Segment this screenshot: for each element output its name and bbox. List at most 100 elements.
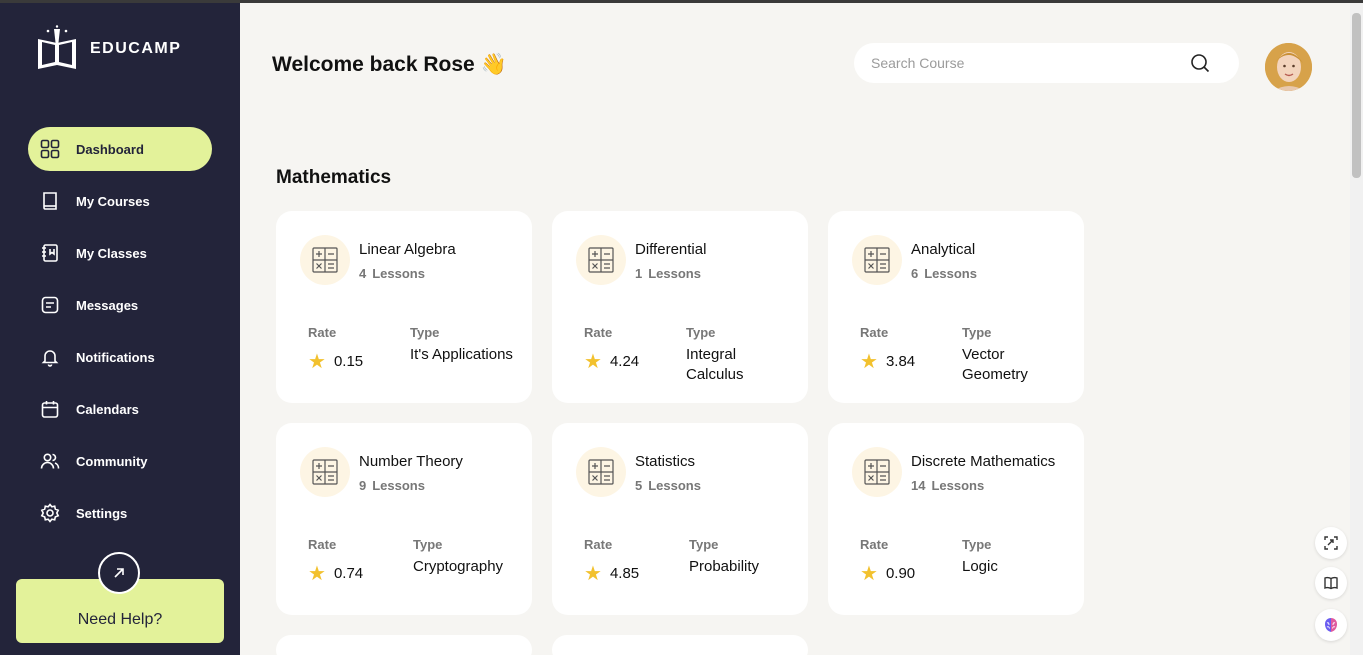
- lessons-label: Lessons: [648, 478, 701, 493]
- type-label: Type: [689, 537, 719, 552]
- brand-logo[interactable]: EDUCAMP: [34, 25, 181, 73]
- page-scrollbar[interactable]: [1350, 3, 1363, 655]
- lesson-count: 9: [359, 478, 367, 493]
- course-card-partial[interactable]: [552, 635, 808, 655]
- lessons-label: Lessons: [924, 266, 977, 281]
- type-label: Type: [962, 325, 992, 340]
- calculator-icon: [312, 247, 338, 273]
- reader-tool-button[interactable]: [1315, 567, 1347, 599]
- course-rating: ★ 4.85: [584, 561, 639, 586]
- sidebar-item-label: Messages: [76, 297, 139, 313]
- lessons-label: Lessons: [372, 478, 425, 493]
- ai-assistant-button[interactable]: [1315, 609, 1347, 641]
- star-icon: ★: [584, 351, 602, 373]
- bell-icon: [41, 350, 59, 367]
- course-card[interactable]: Number Theory 9 Lessons Rate ★ 0.74 Type Crypto…: [276, 423, 532, 615]
- course-lessons: 4 Lessons: [359, 266, 425, 281]
- sidebar-item-label: My Classes: [76, 245, 147, 261]
- course-card[interactable]: Linear Algebra 4 Lessons Rate ★ 0.15 Type It's …: [276, 211, 532, 403]
- sidebar-item-label: Calendars: [76, 401, 139, 417]
- lessons-label: Lessons: [931, 478, 985, 493]
- lessons-label: Lessons: [648, 266, 701, 281]
- sidebar-item-my-courses[interactable]: My Courses: [28, 179, 212, 223]
- calculator-icon: [312, 459, 338, 485]
- course-title: Analytical: [911, 241, 976, 258]
- calculator-icon: [864, 459, 890, 485]
- scrollbar-thumb[interactable]: [1352, 13, 1361, 178]
- sidebar-item-calendars[interactable]: Calendars: [28, 387, 212, 431]
- sidebar: EDUCAMP Dashboard My Courses My Classes: [0, 3, 240, 655]
- course-rating: ★ 0.90: [860, 561, 915, 586]
- lesson-count: 4: [359, 266, 367, 281]
- welcome-heading: Welcome back Rose 👋: [272, 53, 507, 76]
- calendar-icon: [41, 401, 59, 418]
- search-input[interactable]: [854, 43, 1174, 83]
- star-icon: ★: [860, 563, 878, 585]
- star-icon: ★: [308, 563, 326, 585]
- search-bar: [854, 43, 1239, 83]
- sidebar-nav: Dashboard My Courses My Classes Messages…: [28, 127, 212, 543]
- course-card-partial[interactable]: [276, 635, 532, 655]
- sidebar-item-my-classes[interactable]: My Classes: [28, 231, 212, 275]
- help-arrow-button[interactable]: [98, 552, 140, 594]
- course-rating: ★ 4.24: [584, 349, 639, 374]
- arrow-up-right-icon: [114, 568, 124, 578]
- book-pen-logo-icon: [38, 25, 76, 69]
- star-icon: ★: [860, 351, 878, 373]
- rate-label: Rate: [584, 325, 613, 340]
- course-icon: [300, 235, 350, 285]
- lesson-count: 6: [911, 266, 919, 281]
- course-rating: ★ 0.74: [308, 561, 363, 586]
- course-type: It's Applications: [410, 346, 513, 363]
- course-lessons: 6 Lessons: [911, 266, 977, 281]
- user-avatar[interactable]: [1265, 43, 1312, 91]
- course-grid: Linear Algebra 4 Lessons Rate ★ 0.15 Type It's …: [276, 211, 1084, 615]
- type-label: Type: [410, 325, 440, 340]
- sidebar-item-notifications[interactable]: Notifications: [28, 335, 212, 379]
- course-type: Vector Geometry: [962, 346, 1028, 383]
- course-lessons: 1 Lessons: [635, 266, 701, 281]
- calculator-icon: [864, 247, 890, 273]
- calculator-icon: [588, 459, 614, 485]
- rate-label: Rate: [860, 325, 889, 340]
- message-icon: [41, 296, 59, 314]
- course-title: Linear Algebra: [359, 241, 456, 258]
- course-lessons: 9 Lessons: [359, 478, 425, 493]
- screenshot-tool-button[interactable]: [1315, 527, 1347, 559]
- course-rating: ★ 0.15: [308, 349, 363, 374]
- star-icon: ★: [584, 563, 602, 585]
- lesson-count: 14: [911, 478, 926, 493]
- course-lessons: 5 Lessons: [635, 478, 701, 493]
- users-icon: [40, 453, 60, 469]
- sidebar-item-settings[interactable]: Settings: [28, 491, 212, 535]
- open-book-icon: [1324, 576, 1338, 590]
- course-title: Statistics: [635, 453, 696, 470]
- course-card[interactable]: Analytical 6 Lessons Rate ★ 3.84 Type Vector Ge…: [828, 211, 1084, 403]
- course-icon: [576, 447, 626, 497]
- lesson-count: 5: [635, 478, 643, 493]
- course-title: Number Theory: [359, 453, 463, 470]
- rating-value: 0.90: [885, 565, 916, 582]
- rate-label: Rate: [584, 537, 613, 552]
- section-title: Mathematics: [276, 167, 392, 188]
- rating-value: 4.24: [609, 353, 640, 370]
- sidebar-item-messages[interactable]: Messages: [28, 283, 212, 327]
- brand-name: EDUCAMP: [90, 40, 182, 57]
- course-icon: [852, 235, 902, 285]
- calculator-icon: [588, 247, 614, 273]
- type-label: Type: [962, 537, 992, 552]
- sidebar-item-community[interactable]: Community: [28, 439, 212, 483]
- course-card[interactable]: Differential 1 Lessons Rate ★ 4.24 Type Integra…: [552, 211, 808, 403]
- notebook-icon: [42, 244, 58, 262]
- course-card[interactable]: Discrete Mathematics 14 Lessons Rate ★ 0.90 Ty…: [828, 423, 1084, 615]
- sidebar-item-dashboard[interactable]: Dashboard: [28, 127, 212, 171]
- sidebar-item-label: My Courses: [76, 193, 150, 209]
- course-type: Logic: [962, 558, 998, 575]
- grid-icon: [40, 139, 60, 159]
- avatar-portrait: [1265, 43, 1312, 91]
- search-icon[interactable]: [1190, 53, 1210, 73]
- type-label: Type: [413, 537, 443, 552]
- sidebar-item-label: Dashboard: [76, 141, 144, 157]
- brain-icon: [1325, 618, 1337, 632]
- course-card[interactable]: Statistics 5 Lessons Rate ★ 4.85 Type Probabili…: [552, 423, 808, 615]
